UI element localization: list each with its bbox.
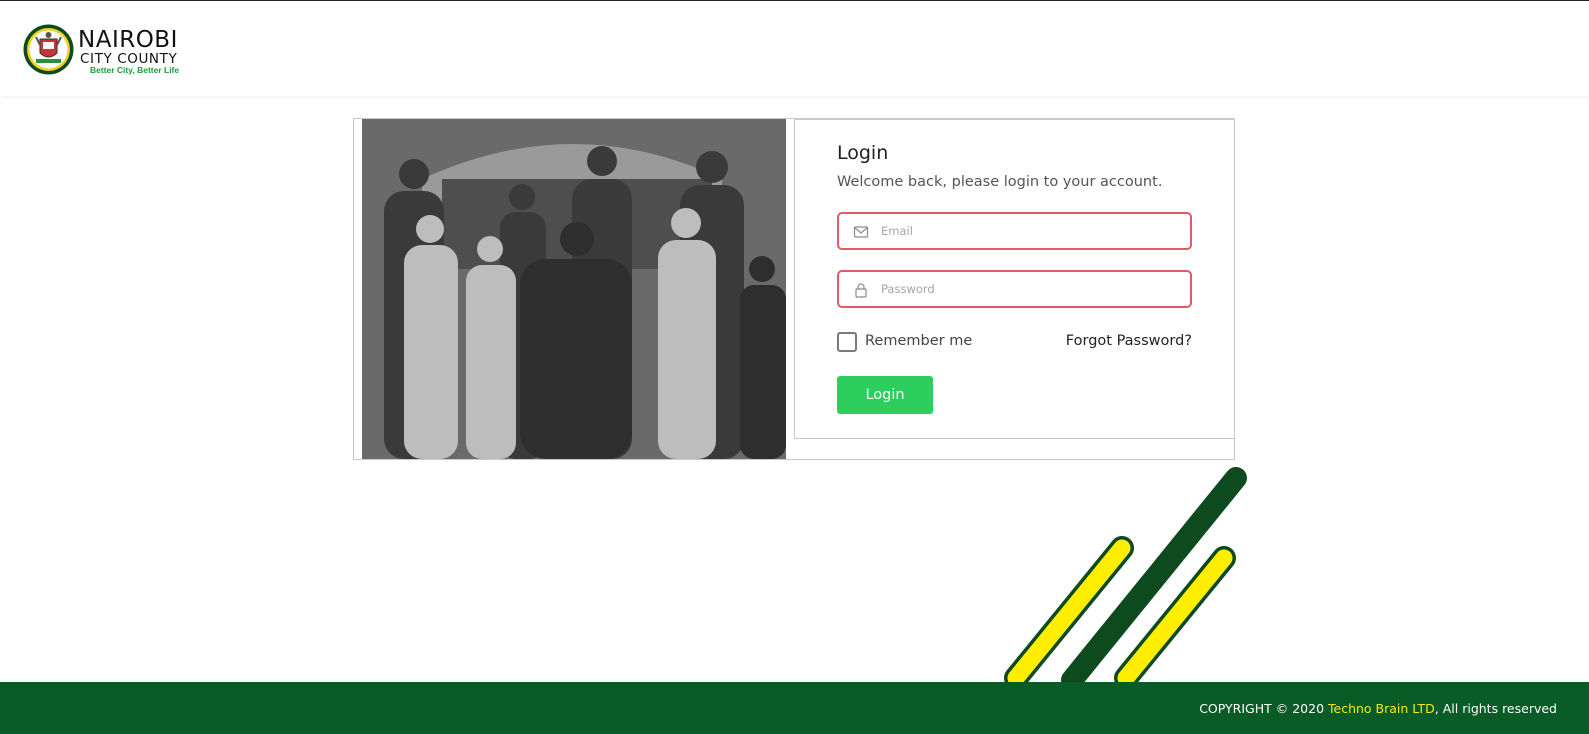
nairobi-county-logo[interactable]: NAIROBI CITY COUNTY Better City, Better … xyxy=(22,23,192,79)
logo-subtitle: CITY COUNTY xyxy=(80,51,178,67)
password-input[interactable] xyxy=(881,276,1181,302)
forgot-password-link[interactable]: Forgot Password? xyxy=(1066,333,1192,349)
login-form: Login Welcome back, please login to your… xyxy=(794,119,1235,439)
copyright-text: COPYRIGHT © 2020 Techno Brain LTD, All r… xyxy=(1199,701,1557,716)
login-button[interactable]: Login xyxy=(837,376,933,414)
group-photo xyxy=(362,119,786,459)
copyright-prefix: COPYRIGHT © 2020 xyxy=(1199,701,1328,716)
lock-icon xyxy=(855,283,867,298)
logo-tagline: Better City, Better Life xyxy=(90,65,180,75)
envelope-icon xyxy=(853,226,869,238)
remember-me-label[interactable]: Remember me xyxy=(865,333,972,349)
decorative-stripes xyxy=(1004,467,1247,682)
group-photo-illustration xyxy=(362,119,786,459)
logo-name: NAIROBI xyxy=(78,27,178,53)
top-header: NAIROBI CITY COUNTY Better City, Better … xyxy=(0,0,1589,96)
page-footer: COPYRIGHT © 2020 Techno Brain LTD, All r… xyxy=(0,682,1589,734)
login-card: Login Welcome back, please login to your… xyxy=(353,118,1235,460)
county-seal-icon xyxy=(23,24,74,75)
copyright-suffix: , All rights reserved xyxy=(1434,701,1557,716)
password-field[interactable] xyxy=(837,270,1192,308)
email-field[interactable] xyxy=(837,212,1192,250)
email-input[interactable] xyxy=(881,218,1181,244)
company-link[interactable]: Techno Brain LTD xyxy=(1328,701,1435,716)
login-title: Login xyxy=(837,142,889,164)
login-subtitle: Welcome back, please login to your accou… xyxy=(837,174,1163,190)
remember-me-checkbox[interactable] xyxy=(837,332,857,352)
